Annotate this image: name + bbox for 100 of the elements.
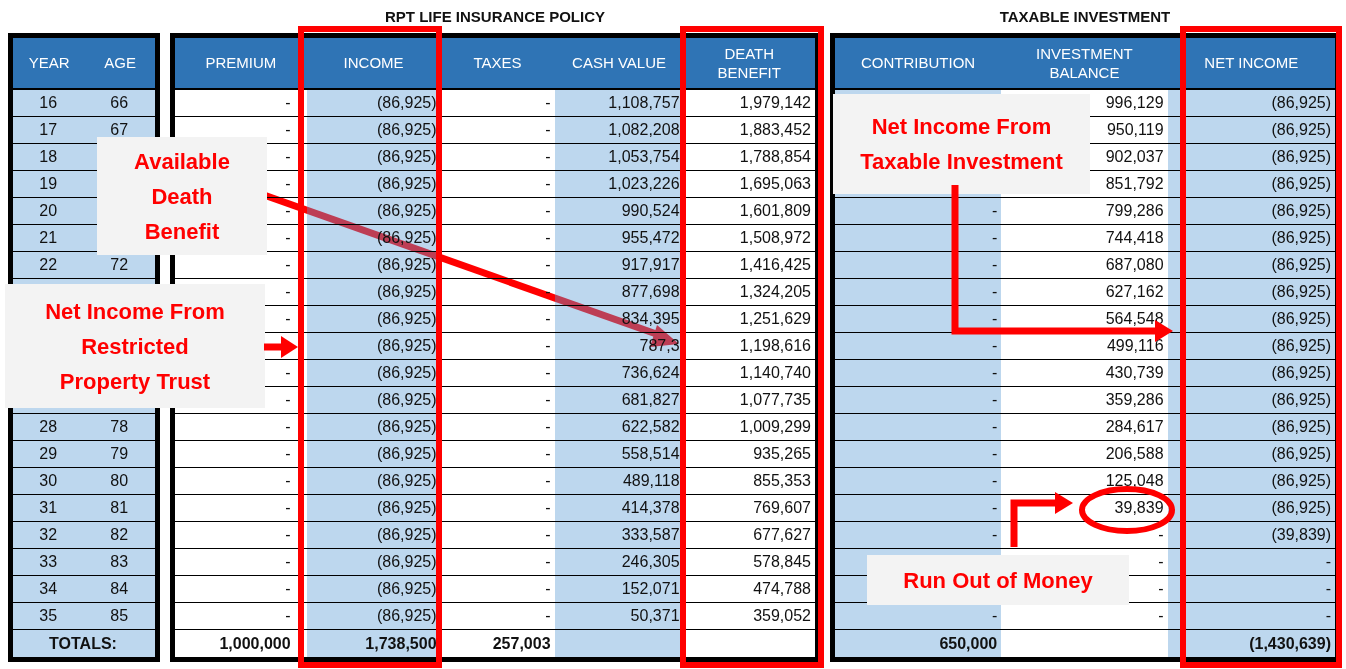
table-cell: 19 <box>10 170 86 198</box>
table-cell: - <box>440 521 555 549</box>
table-cell: 83 <box>85 548 158 576</box>
table-cell: 359,286 <box>1001 386 1168 414</box>
table-cell: - <box>440 602 555 630</box>
table-cell: 33 <box>10 548 86 576</box>
table-cell: 744,418 <box>1001 224 1168 252</box>
table-cell: 206,588 <box>1001 440 1168 468</box>
table-cell: 31 <box>10 494 86 522</box>
table-cell: (86,925) <box>1167 116 1338 144</box>
table-cell: 1,077,735 <box>683 386 818 414</box>
table-cell: - <box>832 386 1002 414</box>
table-cell: 28 <box>10 413 86 441</box>
table-cell: - <box>440 386 555 414</box>
table-cell: 855,353 <box>683 467 818 495</box>
table-cell: (86,925) <box>1167 332 1338 360</box>
table-cell: - <box>440 332 555 360</box>
table-cell: 82 <box>85 521 158 549</box>
table-cell: - <box>832 521 1002 549</box>
table-cell: 474,788 <box>683 575 818 603</box>
table-cell: 80 <box>85 467 158 495</box>
table-cell: - <box>1167 575 1338 603</box>
column-header: YEAR <box>10 35 86 89</box>
table-cell: - <box>832 197 1002 225</box>
table-cell: (39,839) <box>1167 521 1338 549</box>
table-cell: 35 <box>10 602 86 630</box>
table-cell: 78 <box>85 413 158 441</box>
table-cell: - <box>1167 602 1338 630</box>
table-cell: 125,048 <box>1001 467 1168 495</box>
column-header: PREMIUM <box>172 35 307 89</box>
column-header: DEATH BENEFIT <box>683 35 818 89</box>
table-cell: 257,003 <box>440 629 555 660</box>
table-cell: 769,607 <box>683 494 818 522</box>
table-cell: (86,925) <box>1167 197 1338 225</box>
table-cell: - <box>172 575 307 603</box>
table-cell: 29 <box>10 440 86 468</box>
table-cell: 85 <box>85 602 158 630</box>
table-cell: - <box>832 494 1002 522</box>
column-header: TAXES <box>440 35 555 89</box>
table-cell: - <box>440 413 555 441</box>
table-cell: 1,788,854 <box>683 143 818 171</box>
table-cell: - <box>440 575 555 603</box>
table-cell: (86,925) <box>1167 467 1338 495</box>
table-cell: - <box>832 602 1002 630</box>
table-cell: 1,251,629 <box>683 305 818 333</box>
table-cell: 1,324,205 <box>683 278 818 306</box>
table-cell: (86,925) <box>1167 386 1338 414</box>
table-cell: - <box>440 251 555 279</box>
table-cell: - <box>832 413 1002 441</box>
table-cell: 1,883,452 <box>683 116 818 144</box>
table-cell: - <box>832 359 1002 387</box>
table-cell: - <box>440 224 555 252</box>
table-cell: - <box>832 251 1002 279</box>
table-cell: - <box>172 602 307 630</box>
table-cell: (86,925) <box>1167 494 1338 522</box>
table-cell: (86,925) <box>1167 440 1338 468</box>
table-cell: (86,925) <box>1167 359 1338 387</box>
table-cell: 66 <box>85 89 158 117</box>
table-cell: 17 <box>10 116 86 144</box>
table-cell: - <box>172 494 307 522</box>
table-cell: 81 <box>85 494 158 522</box>
column-header: CONTRIBUTION <box>832 35 1002 89</box>
column-header: NET INCOME <box>1167 35 1338 89</box>
table-cell: - <box>440 170 555 198</box>
table-cell: 34 <box>10 575 86 603</box>
table-cell: 578,845 <box>683 548 818 576</box>
table-cell: 687,080 <box>1001 251 1168 279</box>
table-cell: 627,162 <box>1001 278 1168 306</box>
section-title: RPT LIFE INSURANCE POLICY <box>385 8 605 25</box>
table-cell: 1,000,000 <box>172 629 307 660</box>
table-cell: 1,140,740 <box>683 359 818 387</box>
table-cell: - <box>832 440 1002 468</box>
table-cell: - <box>832 224 1002 252</box>
table-cell: 18 <box>10 143 86 171</box>
table-cell: - <box>172 413 307 441</box>
table-cell: - <box>832 278 1002 306</box>
table-cell: - <box>172 440 307 468</box>
table-cell: 79 <box>85 440 158 468</box>
table-cell: - <box>832 467 1002 495</box>
table-cell: - <box>1167 548 1338 576</box>
table-cell: - <box>172 467 307 495</box>
table-cell: - <box>440 278 555 306</box>
table-cell: 1,508,972 <box>683 224 818 252</box>
table-cell: 1,198,616 <box>683 332 818 360</box>
table-cell: (86,925) <box>1167 143 1338 171</box>
table-cell: 21 <box>10 224 86 252</box>
table-cell: 1,979,142 <box>683 89 818 117</box>
table-cell: 84 <box>85 575 158 603</box>
table-cell: 359,052 <box>683 602 818 630</box>
column-header: INVESTMENT BALANCE <box>1001 35 1168 89</box>
table-cell: 30 <box>10 467 86 495</box>
table-cell: - <box>440 548 555 576</box>
table-cell: 16 <box>10 89 86 117</box>
table-cell: 284,617 <box>1001 413 1168 441</box>
table-cell: 32 <box>10 521 86 549</box>
table-cell: 1,009,299 <box>683 413 818 441</box>
table-cell: - <box>832 305 1002 333</box>
table-cell: (86,925) <box>1167 251 1338 279</box>
totals-label: TOTALS: <box>10 629 158 660</box>
table-cell: 430,739 <box>1001 359 1168 387</box>
